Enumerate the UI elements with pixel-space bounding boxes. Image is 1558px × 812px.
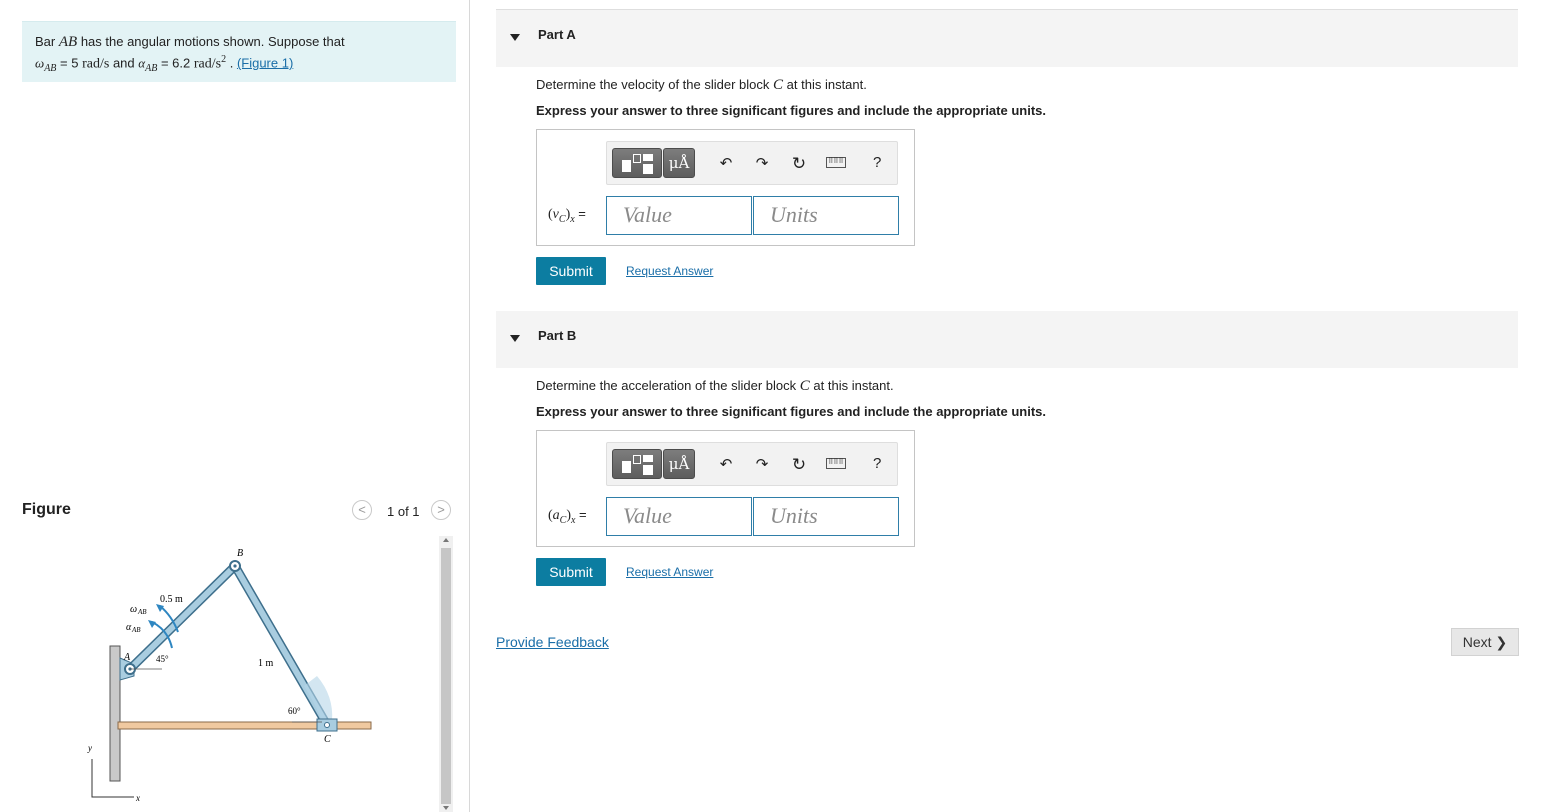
math-toolbar: μÅ ↶ ↷ ↻ ⠿⠿⠿ ? xyxy=(606,442,898,486)
template-icon-part xyxy=(643,455,653,462)
math-toolbar: μÅ ↶ ↷ ↻ ⠿⠿⠿ ? xyxy=(606,141,898,185)
part-b-answer-box: μÅ ↶ ↷ ↻ ⠿⠿⠿ ? (aC)x = Value Units xyxy=(536,430,915,547)
part-a-question: Determine the velocity of the slider blo… xyxy=(536,77,867,93)
mechanism-diagram: B A C 0.5 m 1 m ω AB α AB 45° 60° y x xyxy=(87,548,372,803)
reset-icon[interactable]: ↻ xyxy=(790,456,808,474)
label-x-axis: x xyxy=(135,793,140,803)
column-divider xyxy=(469,0,470,812)
label-length-bc: 1 m xyxy=(258,658,274,669)
part-a-submit-button[interactable]: Submit xyxy=(536,257,606,285)
template-icon-part xyxy=(643,164,653,174)
figure-link[interactable]: (Figure 1) xyxy=(237,55,293,70)
keyboard-icon[interactable]: ⠿⠿⠿ xyxy=(826,458,846,469)
part-b-value-input[interactable]: Value xyxy=(606,497,752,536)
help-button[interactable]: ? xyxy=(873,455,881,472)
keyboard-icon[interactable]: ⠿⠿⠿ xyxy=(826,157,846,168)
bar-ab xyxy=(127,563,238,672)
part-b-question: Determine the acceleration of the slider… xyxy=(536,378,894,394)
figure-image: B A C 0.5 m 1 m ω AB α AB 45° 60° y x xyxy=(22,536,432,812)
label-omega-sub: AB xyxy=(137,608,147,616)
problem-line-2: ωAB = 5 rad/s and αAB = 6.2 rad/s2 . (Fi… xyxy=(35,54,294,74)
label-b: B xyxy=(237,548,243,559)
label-c: C xyxy=(324,734,331,745)
part-a-units-input[interactable]: Units xyxy=(753,196,899,235)
figure-header: Figure < 1 of 1 > xyxy=(22,498,454,526)
help-button[interactable]: ? xyxy=(873,154,881,171)
chevron-right-icon: ❯ xyxy=(1495,634,1508,650)
template-icon-part xyxy=(643,465,653,475)
template-icon-part xyxy=(643,154,653,161)
label-omega: ω xyxy=(130,604,137,615)
template-icon-part xyxy=(622,160,631,172)
collapse-triangle-icon[interactable] xyxy=(510,335,520,342)
undo-icon[interactable]: ↶ xyxy=(717,456,735,474)
units-symbols-button[interactable]: μÅ xyxy=(663,148,695,178)
templates-button[interactable] xyxy=(612,148,662,178)
problem-line-1: Bar AB has the angular motions shown. Su… xyxy=(35,34,345,50)
part-a-answer-box: μÅ ↶ ↷ ↻ ⠿⠿⠿ ? (vC)x = Value Units xyxy=(536,129,915,246)
part-b-submit-button[interactable]: Submit xyxy=(536,558,606,586)
label-length-ab: 0.5 m xyxy=(160,594,183,605)
pin-b-center xyxy=(233,564,237,568)
figure-title: Figure xyxy=(22,501,71,518)
part-a-instruction: Express your answer to three significant… xyxy=(536,103,1046,118)
part-b-title: Part B xyxy=(538,328,577,343)
collapse-triangle-icon[interactable] xyxy=(510,34,520,41)
scroll-thumb[interactable] xyxy=(441,548,451,804)
next-button[interactable]: Next ❯ xyxy=(1451,628,1519,656)
figure-scrollbar[interactable] xyxy=(439,536,453,812)
pin-c xyxy=(324,722,330,728)
templates-button[interactable] xyxy=(612,449,662,479)
undo-icon[interactable]: ↶ xyxy=(717,155,735,173)
scroll-up-icon[interactable] xyxy=(443,538,449,542)
label-alpha-sub: AB xyxy=(131,626,141,634)
provide-feedback-link[interactable]: Provide Feedback xyxy=(496,634,609,650)
template-icon-part xyxy=(622,461,631,473)
part-b-variable-label: (aC)x = xyxy=(548,507,587,526)
part-b-request-answer-link[interactable]: Request Answer xyxy=(626,565,713,579)
redo-icon[interactable]: ↷ xyxy=(753,456,771,474)
label-angle-a: 45° xyxy=(156,654,169,664)
label-y-axis: y xyxy=(87,743,92,753)
bar-name: AB xyxy=(58,34,78,50)
part-a-header[interactable]: Part A xyxy=(496,9,1518,67)
template-icon-part xyxy=(633,455,641,464)
reset-icon[interactable]: ↻ xyxy=(790,155,808,173)
figure-next-button[interactable]: > xyxy=(431,500,451,520)
scroll-down-icon[interactable] xyxy=(443,806,449,810)
part-b-instruction: Express your answer to three significant… xyxy=(536,404,1046,419)
figure-prev-button[interactable]: < xyxy=(352,500,372,520)
part-b-units-input[interactable]: Units xyxy=(753,497,899,536)
label-angle-c: 60° xyxy=(288,706,301,716)
figure-pager: 1 of 1 xyxy=(387,504,420,519)
part-a-request-answer-link[interactable]: Request Answer xyxy=(626,264,713,278)
part-a-value-input[interactable]: Value xyxy=(606,196,752,235)
wall xyxy=(109,645,121,782)
part-b-header[interactable]: Part B xyxy=(496,311,1518,368)
redo-icon[interactable]: ↷ xyxy=(753,155,771,173)
units-symbols-button[interactable]: μÅ xyxy=(663,449,695,479)
part-a-variable-label: (vC)x = xyxy=(548,206,586,225)
label-a: A xyxy=(123,652,131,663)
problem-statement: Bar AB has the angular motions shown. Su… xyxy=(22,21,456,82)
part-a-title: Part A xyxy=(538,27,576,42)
template-icon-part xyxy=(633,154,641,163)
